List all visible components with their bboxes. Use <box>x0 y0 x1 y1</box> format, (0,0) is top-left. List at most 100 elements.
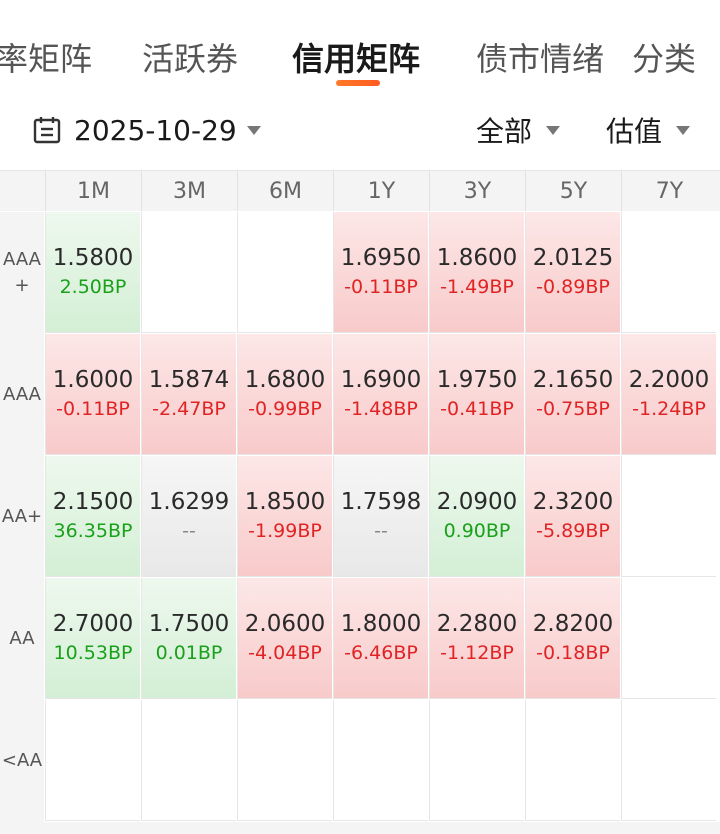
metric-dropdown[interactable]: 估值 <box>606 110 691 150</box>
tab-bar: 率矩阵 活跃券 信用矩阵 债市情绪 分类 <box>0 0 720 92</box>
matrix-cell[interactable]: 2.0125 -0.89BP <box>525 212 620 333</box>
yield-value: 2.0900 <box>436 489 518 515</box>
matrix-cell[interactable] <box>429 700 524 821</box>
calendar-icon <box>32 115 62 145</box>
matrix-cell[interactable]: 2.0600 -4.04BP <box>237 578 332 699</box>
tab-category[interactable]: 分类 <box>632 34 696 80</box>
matrix-cell[interactable]: 2.2000 -1.24BP <box>621 334 716 455</box>
matrix-cell[interactable] <box>237 212 332 333</box>
change-bp: 0.90BP <box>443 520 511 542</box>
credit-matrix-table: 1M 3M 6M 1Y 3Y 5Y 7Y AAA + 1.5800 2.50BP 1.6950 -0.… <box>0 170 720 823</box>
bottom-spacer <box>0 822 720 834</box>
change-bp: -6.46BP <box>344 642 418 664</box>
matrix-cell[interactable]: 1.6800 -0.99BP <box>237 334 332 455</box>
matrix-cell[interactable] <box>621 456 716 577</box>
yield-value: 1.6800 <box>244 367 326 393</box>
change-bp: -- <box>182 520 196 542</box>
change-bp: -1.49BP <box>440 276 514 298</box>
yield-value: 2.1650 <box>532 367 614 393</box>
matrix-cell[interactable]: 1.8000 -6.46BP <box>333 578 428 699</box>
row-label: AAA <box>0 334 44 457</box>
matrix-cell[interactable]: 1.5800 2.50BP <box>45 212 140 333</box>
change-bp: -1.24BP <box>632 398 706 420</box>
change-bp: -1.12BP <box>440 642 514 664</box>
change-bp: -1.48BP <box>344 398 418 420</box>
matrix-cell[interactable]: 2.2800 -1.12BP <box>429 578 524 699</box>
change-bp: -4.04BP <box>248 642 322 664</box>
matrix-cell[interactable]: 2.3200 -5.89BP <box>525 456 620 577</box>
change-bp: -0.75BP <box>536 398 610 420</box>
change-bp: -2.47BP <box>152 398 226 420</box>
matrix-cell[interactable]: 1.5874 -2.47BP <box>141 334 236 455</box>
row-label: AA+ <box>0 456 44 579</box>
matrix-cell[interactable] <box>621 578 716 699</box>
matrix-cell[interactable]: 2.7000 10.53BP <box>45 578 140 699</box>
yield-value: 2.1500 <box>52 489 134 515</box>
matrix-cell[interactable]: 1.8600 -1.49BP <box>429 212 524 333</box>
column-header-5y: 5Y <box>525 171 621 211</box>
row-label: <AA <box>0 700 44 823</box>
matrix-cell[interactable] <box>141 700 236 821</box>
change-bp: -0.18BP <box>536 642 610 664</box>
matrix-cell[interactable] <box>237 700 332 821</box>
change-bp: 10.53BP <box>53 642 133 664</box>
yield-value: 2.3200 <box>532 489 614 515</box>
tab-market-sentiment[interactable]: 债市情绪 <box>476 34 604 80</box>
yield-value: 1.8000 <box>340 611 422 637</box>
yield-value: 1.6900 <box>340 367 422 393</box>
matrix-cell[interactable]: 1.9750 -0.41BP <box>429 334 524 455</box>
chevron-down-icon <box>676 125 691 135</box>
yield-value: 1.5874 <box>148 367 230 393</box>
matrix-cell[interactable]: 1.6900 -1.48BP <box>333 334 428 455</box>
selected-date: 2025-10-29 <box>74 113 237 147</box>
change-bp: -0.11BP <box>56 398 130 420</box>
column-header-3m: 3M <box>141 171 237 211</box>
yield-value: 1.6000 <box>52 367 134 393</box>
column-header-1m: 1M <box>45 171 141 211</box>
matrix-cell[interactable]: 1.6950 -0.11BP <box>333 212 428 333</box>
matrix-cell[interactable]: 1.7598 -- <box>333 456 428 577</box>
matrix-cell[interactable] <box>621 700 716 821</box>
yield-value: 1.6299 <box>148 489 230 515</box>
yield-value: 1.9750 <box>436 367 518 393</box>
change-bp: -1.99BP <box>248 520 322 542</box>
change-bp: -0.11BP <box>344 276 418 298</box>
change-bp: 0.01BP <box>155 642 223 664</box>
row-label: AAA + <box>0 212 44 335</box>
scope-label: 全部 <box>476 115 533 148</box>
column-header-row: 1M 3M 6M 1Y 3Y 5Y 7Y <box>0 171 720 211</box>
yield-value: 1.8600 <box>436 245 518 271</box>
matrix-cell[interactable] <box>141 212 236 333</box>
change-bp: -5.89BP <box>536 520 610 542</box>
matrix-cell[interactable] <box>621 212 716 333</box>
matrix-cell[interactable]: 1.8500 -1.99BP <box>237 456 332 577</box>
yield-value: 2.7000 <box>52 611 134 637</box>
scope-dropdown[interactable]: 全部 <box>476 110 561 150</box>
yield-value: 1.7500 <box>148 611 230 637</box>
matrix-cell[interactable] <box>45 700 140 821</box>
row-label: AA <box>0 578 44 701</box>
column-header-3y: 3Y <box>429 171 525 211</box>
matrix-cell[interactable] <box>333 700 428 821</box>
matrix-cell[interactable]: 1.6000 -0.11BP <box>45 334 140 455</box>
tab-active-bonds[interactable]: 活跃券 <box>142 34 238 80</box>
filter-bar: 2025-10-29 全部 估值 <box>0 92 720 170</box>
yield-value: 2.8200 <box>532 611 614 637</box>
change-bp: 36.35BP <box>53 520 133 542</box>
tab-credit-matrix[interactable]: 信用矩阵 <box>292 34 420 80</box>
matrix-cell[interactable]: 1.7500 0.01BP <box>141 578 236 699</box>
date-picker[interactable]: 2025-10-29 <box>32 110 261 150</box>
matrix-cell[interactable]: 2.1500 36.35BP <box>45 456 140 577</box>
yield-value: 2.0125 <box>532 245 614 271</box>
matrix-cell[interactable]: 1.6299 -- <box>141 456 236 577</box>
matrix-cell[interactable]: 2.8200 -0.18BP <box>525 578 620 699</box>
matrix-cell[interactable]: 2.0900 0.90BP <box>429 456 524 577</box>
tab-rate-matrix[interactable]: 率矩阵 <box>0 34 92 80</box>
column-header-6m: 6M <box>237 171 333 211</box>
matrix-cell[interactable]: 2.1650 -0.75BP <box>525 334 620 455</box>
change-bp: -- <box>374 520 388 542</box>
change-bp: -0.89BP <box>536 276 610 298</box>
active-tab-indicator <box>336 80 380 86</box>
yield-value: 1.6950 <box>340 245 422 271</box>
matrix-cell[interactable] <box>525 700 620 821</box>
